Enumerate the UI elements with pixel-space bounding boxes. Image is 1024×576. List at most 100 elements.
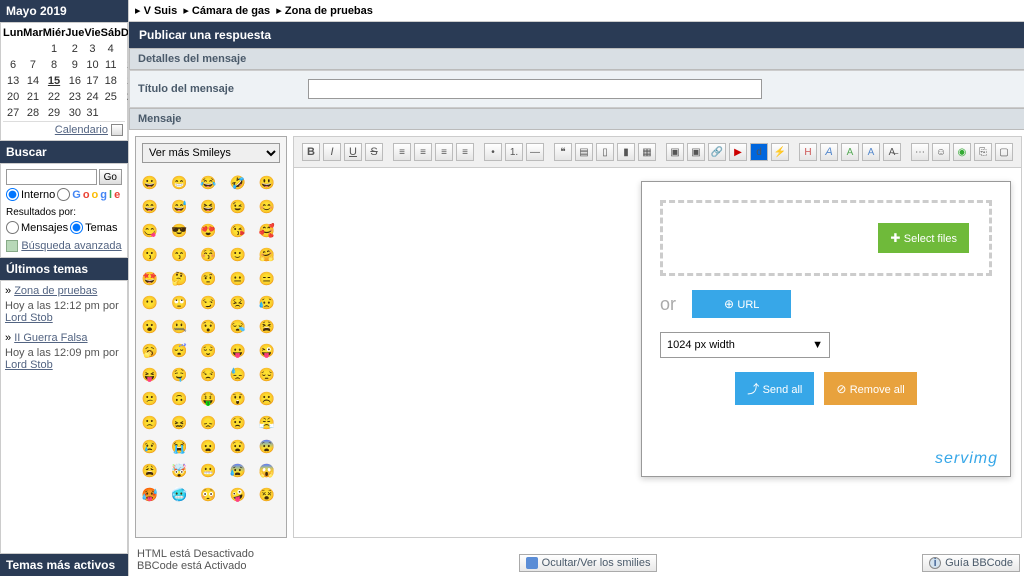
smiley[interactable]: 😚: [198, 245, 218, 265]
smiley[interactable]: 🤐: [169, 317, 189, 337]
smiley[interactable]: 😝: [140, 365, 160, 385]
smiley[interactable]: 🙄: [169, 293, 189, 313]
smiley[interactable]: 🤪: [228, 485, 248, 505]
smiley[interactable]: 😀: [140, 173, 160, 193]
calendar-link[interactable]: Calendario: [55, 124, 108, 136]
smiley[interactable]: 🥱: [140, 341, 160, 361]
smiley[interactable]: 🙁: [140, 413, 160, 433]
smiley[interactable]: 😪: [228, 317, 248, 337]
results-messages-radio[interactable]: [6, 221, 19, 234]
smiley[interactable]: 😥: [257, 293, 277, 313]
smiley[interactable]: 😫: [257, 317, 277, 337]
smiley[interactable]: 🤣: [228, 173, 248, 193]
align-right-button[interactable]: ≡: [435, 143, 453, 161]
smiley[interactable]: 😍: [198, 221, 218, 241]
smiley[interactable]: 🥶: [169, 485, 189, 505]
smiley[interactable]: 😵: [257, 485, 277, 505]
strike-button[interactable]: S: [365, 143, 383, 161]
smiley[interactable]: 😉: [228, 197, 248, 217]
code-button[interactable]: ▤: [575, 143, 593, 161]
smiley[interactable]: 😙: [169, 245, 189, 265]
smiley[interactable]: 😭: [169, 437, 189, 457]
smiley[interactable]: 🤔: [169, 269, 189, 289]
smileys-select[interactable]: Ver más Smileys: [142, 143, 280, 163]
host-image-button[interactable]: ▣: [666, 143, 684, 161]
table-button[interactable]: ▦: [638, 143, 656, 161]
smiley[interactable]: 😴: [169, 341, 189, 361]
color-button[interactable]: A: [841, 143, 859, 161]
smiley[interactable]: 😑: [257, 269, 277, 289]
smiley[interactable]: 🤑: [198, 389, 218, 409]
smiley[interactable]: 😊: [257, 197, 277, 217]
smiley[interactable]: 🤗: [257, 245, 277, 265]
hidden-button[interactable]: ▮: [617, 143, 635, 161]
align-justify-button[interactable]: ≡: [456, 143, 474, 161]
smiley[interactable]: 🤨: [198, 269, 218, 289]
latest-topic-link[interactable]: Zona de pruebas: [14, 285, 97, 297]
title-input[interactable]: [308, 79, 762, 99]
url-button[interactable]: ⊕ URL: [692, 290, 791, 318]
smiley[interactable]: 😶: [140, 293, 160, 313]
smiley[interactable]: 😗: [140, 245, 160, 265]
smiley[interactable]: 😧: [228, 437, 248, 457]
bold-button[interactable]: B: [302, 143, 320, 161]
smiley[interactable]: 😩: [140, 461, 160, 481]
link-button[interactable]: 🔗: [708, 143, 726, 161]
scroll-button[interactable]: ⎘: [974, 143, 992, 161]
spoiler-button[interactable]: ▯: [596, 143, 614, 161]
italic-button[interactable]: I: [323, 143, 341, 161]
smiley[interactable]: 😁: [169, 173, 189, 193]
smiley[interactable]: 🤩: [140, 269, 160, 289]
smiley[interactable]: 😰: [228, 461, 248, 481]
emoji-button[interactable]: ☺: [932, 143, 950, 161]
size-button[interactable]: A: [820, 143, 838, 161]
smiley[interactable]: 😟: [228, 413, 248, 433]
smiley[interactable]: 😬: [198, 461, 218, 481]
user-link[interactable]: Lord Stob: [5, 359, 53, 371]
smiley[interactable]: 🥵: [140, 485, 160, 505]
smiley[interactable]: 😛: [228, 341, 248, 361]
send-all-button[interactable]: ⤴ Send all: [735, 372, 814, 405]
more-button[interactable]: ⋯: [911, 143, 929, 161]
smiley[interactable]: 😢: [140, 437, 160, 457]
search-internal-radio[interactable]: [6, 188, 19, 201]
smiley[interactable]: 😤: [257, 413, 277, 433]
date-button[interactable]: ◉: [953, 143, 971, 161]
smiley[interactable]: 😋: [140, 221, 160, 241]
hr-button[interactable]: —: [526, 143, 544, 161]
smiley[interactable]: 😏: [198, 293, 218, 313]
toggle-smilies-button[interactable]: Ocultar/Ver los smilies: [519, 554, 658, 572]
latest-topic-link[interactable]: II Guerra Falsa: [14, 332, 87, 344]
smiley[interactable]: 😎: [169, 221, 189, 241]
results-topics-radio[interactable]: [70, 221, 83, 234]
smiley[interactable]: 🙂: [228, 245, 248, 265]
header-button[interactable]: H: [799, 143, 817, 161]
search-go-button[interactable]: Go: [99, 169, 122, 185]
remove-format-button[interactable]: A̶: [883, 143, 901, 161]
smiley[interactable]: 🤤: [169, 365, 189, 385]
width-select[interactable]: 1024 px width▼: [660, 332, 830, 358]
remove-all-button[interactable]: ⊘ Remove all: [824, 372, 916, 405]
calendar-icon[interactable]: [111, 124, 123, 136]
smiley[interactable]: 😘: [228, 221, 248, 241]
underline-button[interactable]: U: [344, 143, 362, 161]
smiley[interactable]: 😓: [228, 365, 248, 385]
smiley[interactable]: 😒: [198, 365, 218, 385]
youtube-button[interactable]: ▶: [729, 143, 747, 161]
search-google-radio[interactable]: [57, 188, 70, 201]
smiley[interactable]: 😖: [169, 413, 189, 433]
smiley[interactable]: 🤯: [169, 461, 189, 481]
smiley[interactable]: 😕: [140, 389, 160, 409]
smiley[interactable]: 😂: [198, 173, 218, 193]
quote-button[interactable]: ❝: [554, 143, 572, 161]
drop-zone[interactable]: ✚ Select files: [660, 200, 992, 276]
smiley[interactable]: 🥰: [257, 221, 277, 241]
image-button[interactable]: ▣: [687, 143, 705, 161]
smiley[interactable]: 😱: [257, 461, 277, 481]
today[interactable]: 15: [43, 73, 66, 89]
smiley[interactable]: 😳: [198, 485, 218, 505]
smiley[interactable]: 😜: [257, 341, 277, 361]
advanced-search-link[interactable]: Búsqueda avanzada: [21, 240, 121, 252]
dailymotion-button[interactable]: d: [750, 143, 768, 161]
search-input[interactable]: [6, 169, 97, 185]
